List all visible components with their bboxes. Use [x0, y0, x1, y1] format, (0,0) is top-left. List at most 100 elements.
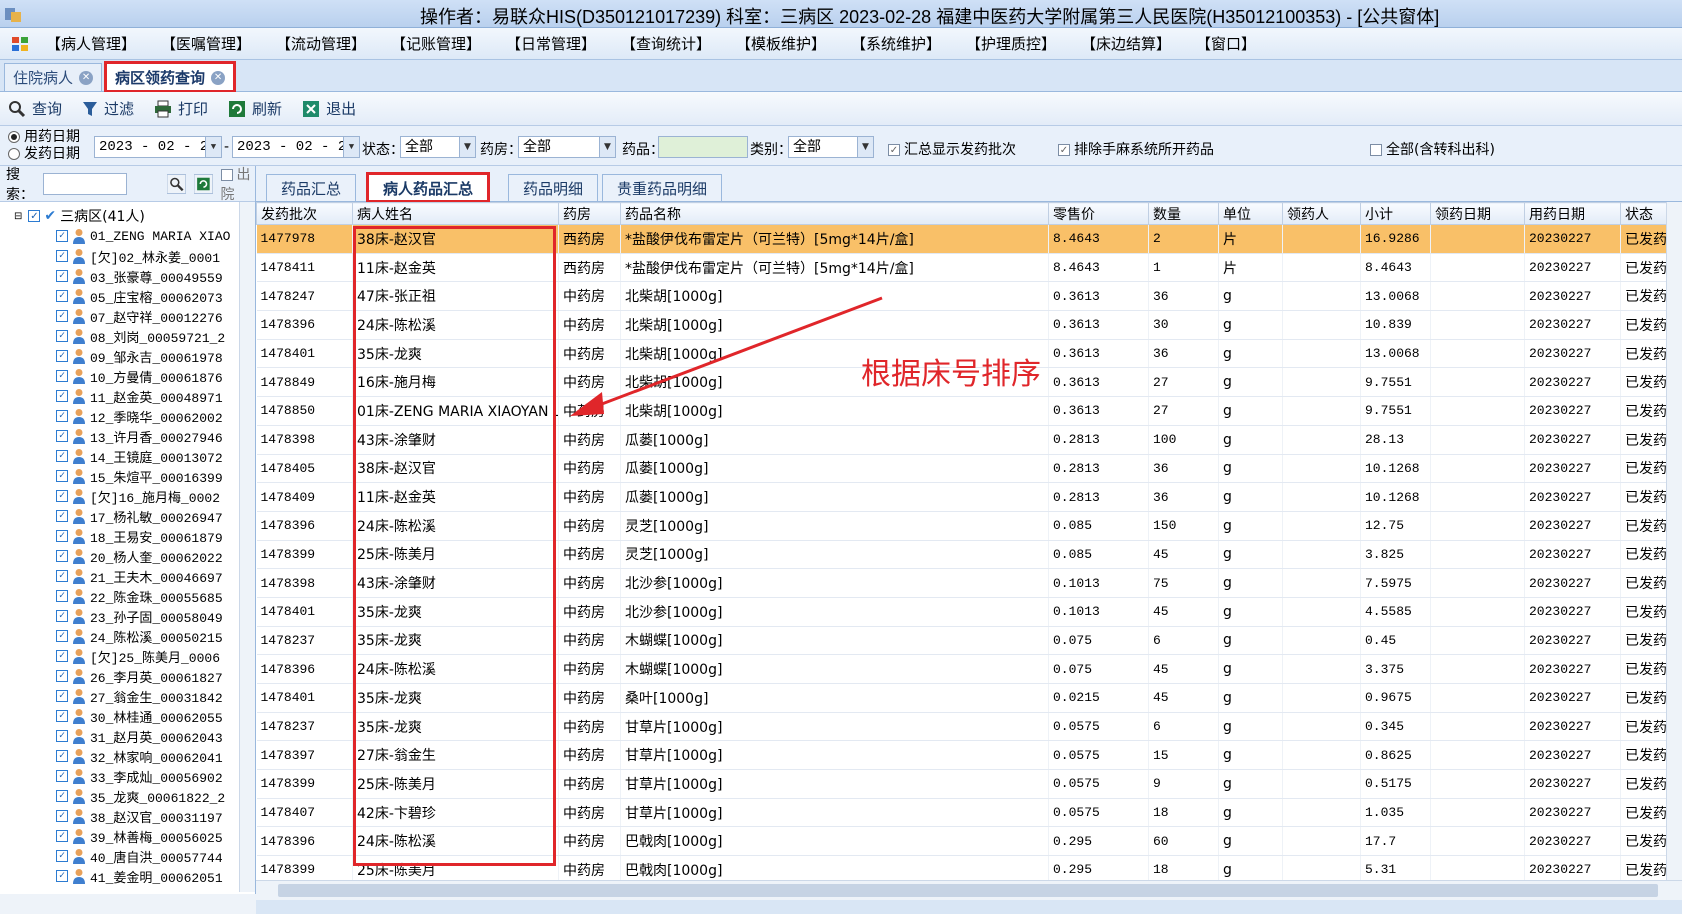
checkbox-icon[interactable]: ✓: [56, 270, 68, 282]
menu-nursing-qc[interactable]: 【护理质控】: [966, 33, 1081, 54]
pharmacy-select[interactable]: 全部 ▼: [518, 136, 616, 158]
tree-item-patient[interactable]: ✓ 23_孙子固_00058049: [0, 606, 255, 626]
tree-item-patient[interactable]: ✓ 33_李成灿_00056902: [0, 766, 255, 786]
grid-horizontal-scrollbar[interactable]: [256, 880, 1682, 900]
column-header[interactable]: 领药日期: [1430, 202, 1525, 225]
tree-item-patient[interactable]: ✓ 08_刘岗_00059721_2: [0, 326, 255, 346]
checkbox-icon[interactable]: ✓: [56, 870, 68, 882]
tree-item-patient[interactable]: ✓ 17_杨礼敏_00026947: [0, 506, 255, 526]
checkbox-icon[interactable]: ✓: [56, 250, 68, 262]
tab-expensive-drug-detail[interactable]: 贵重药品明细: [602, 174, 723, 201]
checkbox-icon[interactable]: ✓: [28, 210, 41, 222]
checkbox-icon[interactable]: ✓: [56, 790, 68, 802]
print-button[interactable]: 打印: [154, 98, 208, 119]
checkbox-icon[interactable]: ✓: [56, 430, 68, 442]
tree-item-patient[interactable]: ✓ 12_季晓华_00062002: [0, 406, 255, 426]
table-row[interactable]: 1478399 25床-陈美月 中药房 甘草片[1000g] 0.0575 9 g 0.517…: [256, 769, 1666, 799]
tab-drug-detail[interactable]: 药品明细: [508, 174, 599, 201]
column-header[interactable]: 零售价: [1048, 202, 1149, 225]
tree-item-patient[interactable]: ✓ 32_林家响_00062041: [0, 746, 255, 766]
tab-inpatients[interactable]: 住院病人 ✕: [4, 63, 103, 91]
tree-item-patient[interactable]: ✓ 39_林善梅_00056025: [0, 826, 255, 846]
exclude-anesthesia-checkbox[interactable]: ✓ 排除手麻系统所开药品: [1058, 139, 1214, 159]
tree-item-patient[interactable]: ✓ 20_杨人奎_00062022: [0, 546, 255, 566]
summary-batch-checkbox[interactable]: ✓ 汇总显示发药批次: [888, 139, 1016, 159]
checkbox-icon[interactable]: ✓: [56, 750, 68, 762]
checkbox-icon[interactable]: ✓: [56, 650, 68, 662]
grid-vertical-scrollbar[interactable]: [1666, 202, 1682, 880]
checkbox-icon[interactable]: ✓: [56, 310, 68, 322]
checkbox-icon[interactable]: ✓: [56, 830, 68, 842]
table-row[interactable]: 147885001床-ZENG MARIA XIAOYAN LIAO中药房北柴胡…: [256, 396, 1666, 426]
checkbox-icon[interactable]: ✓: [56, 730, 68, 742]
table-row[interactable]: 1478396 24床-陈松溪 中药房 灵芝[1000g] 0.085 150 g 12.75…: [256, 511, 1666, 541]
date-from-input[interactable]: 2023 - 02 - 27 ▼: [94, 136, 222, 158]
radio-use-date[interactable]: 用药日期: [8, 129, 80, 146]
table-row[interactable]: 1478398 43床-涂肇财 中药房 北沙参[1000g] 0.1013 75 g 7.59…: [256, 568, 1666, 598]
tree-item-patient[interactable]: ✓ 09_邹永吉_00061978: [0, 346, 255, 366]
checkbox-icon[interactable]: ✓: [56, 850, 68, 862]
tree-item-patient[interactable]: ✓ 01_ZENG MARIA XIAO: [0, 226, 255, 246]
checkbox-icon[interactable]: ✓: [56, 390, 68, 402]
column-header[interactable]: 用药日期: [1524, 202, 1621, 225]
table-row[interactable]: 1478405 38床-赵汉官 中药房 瓜蒌[1000g] 0.2813 36 g 10.12…: [256, 454, 1666, 484]
chevron-down-icon[interactable]: ▼: [343, 137, 359, 157]
query-button[interactable]: 查询: [8, 98, 62, 119]
checkbox-icon[interactable]: ✓: [56, 570, 68, 582]
checkbox-icon[interactable]: ✓: [56, 230, 68, 242]
tree-item-patient[interactable]: ✓ 11_赵金英_00048971: [0, 386, 255, 406]
tree-item-patient[interactable]: ✓ [欠]25_陈美月_0006: [0, 646, 255, 666]
table-row[interactable]: 1478247 47床-张正祖 中药房 北柴胡[1000g] 0.3613 36 g 13.0…: [256, 281, 1666, 312]
table-row[interactable]: 1478409 11床-赵金英 中药房 瓜蒌[1000g] 0.2813 36 g 10.12…: [256, 482, 1666, 512]
search-input[interactable]: [42, 172, 127, 195]
checkbox-icon[interactable]: ✓: [56, 490, 68, 502]
column-header[interactable]: 单位: [1218, 202, 1283, 225]
column-header[interactable]: 发药批次: [256, 202, 353, 225]
close-icon[interactable]: ✕: [79, 70, 94, 85]
refresh-icon[interactable]: [193, 172, 213, 196]
search-icon[interactable]: [166, 172, 186, 196]
checkbox-icon[interactable]: ✓: [56, 670, 68, 682]
chevron-down-icon[interactable]: ▼: [459, 137, 475, 157]
chevron-down-icon[interactable]: ▼: [599, 137, 615, 157]
drug-input[interactable]: [658, 136, 748, 158]
table-row[interactable]: 1478237 35床-龙爽 中药房 木蝴蝶[1000g] 0.075 6 g 0.45 202…: [256, 626, 1666, 656]
checkbox-icon[interactable]: ✓: [56, 550, 68, 562]
menu-bedside-settle[interactable]: 【床边结算】: [1081, 33, 1196, 54]
tree-item-patient[interactable]: ✓ 13_许月香_00027946: [0, 426, 255, 446]
column-header[interactable]: 数量: [1148, 202, 1219, 225]
checkbox-icon[interactable]: ✓: [56, 470, 68, 482]
radio-dispense-date[interactable]: 发药日期: [8, 146, 80, 163]
column-header[interactable]: 小计: [1360, 202, 1431, 225]
tree-horizontal-scrollbar[interactable]: [0, 894, 256, 914]
table-row[interactable]: 1478411 11床-赵金英 西药房 *盐酸伊伐布雷定片（可兰特）[5mg*14片/…: [256, 253, 1666, 283]
collapse-icon[interactable]: ⊟: [14, 211, 22, 222]
tree-root-ward[interactable]: ⊟ ✓ ✔ 三病区(41人): [0, 206, 255, 226]
tree-item-patient[interactable]: ✓ 38_赵汉官_00031197: [0, 806, 255, 826]
table-row[interactable]: 1477978 38床-赵汉官 西药房 *盐酸伊伐布雷定片（可兰特）[5mg*14片/…: [256, 224, 1666, 254]
tree-item-patient[interactable]: ✓ 27_翁金生_00031842: [0, 686, 255, 706]
checkbox-icon[interactable]: ✓: [56, 810, 68, 822]
close-icon[interactable]: ✕: [211, 70, 226, 85]
menu-order-mgmt[interactable]: 【医嘱管理】: [161, 33, 276, 54]
column-header[interactable]: 状态: [1620, 202, 1666, 225]
table-row[interactable]: 1478399 25床-陈美月 中药房 灵芝[1000g] 0.085 45 g 3.825 2…: [256, 540, 1666, 570]
checkbox-icon[interactable]: ✓: [56, 510, 68, 522]
menu-template-maint[interactable]: 【模板维护】: [736, 33, 851, 54]
checkbox-icon[interactable]: ✓: [56, 710, 68, 722]
discharged-checkbox[interactable]: 出院: [220, 164, 255, 204]
scroll-thumb[interactable]: [278, 884, 1658, 897]
checkbox-icon[interactable]: ✓: [56, 630, 68, 642]
table-row[interactable]: 1478407 42床-卞碧珍 中药房 甘草片[1000g] 0.0575 18 g 1.03…: [256, 798, 1666, 828]
menu-system-maint[interactable]: 【系统维护】: [851, 33, 966, 54]
table-row[interactable]: 1478396 24床-陈松溪 中药房 北柴胡[1000g] 0.3613 30 g 10.8…: [256, 310, 1666, 340]
column-header[interactable]: 病人姓名: [352, 202, 559, 225]
filter-button[interactable]: 过滤: [82, 98, 134, 119]
menu-billing-mgmt[interactable]: 【记账管理】: [391, 33, 506, 54]
tree-item-patient[interactable]: ✓ 41_姜金明_00062051: [0, 866, 255, 886]
tree-item-patient[interactable]: ✓ [欠]02_林永姜_0001: [0, 246, 255, 266]
tree-item-patient[interactable]: ✓ 30_林桂通_00062055: [0, 706, 255, 726]
tree-item-patient[interactable]: ✓ 31_赵月英_00062043: [0, 726, 255, 746]
chevron-down-icon[interactable]: ▼: [857, 137, 873, 157]
checkbox-icon[interactable]: ✓: [56, 690, 68, 702]
